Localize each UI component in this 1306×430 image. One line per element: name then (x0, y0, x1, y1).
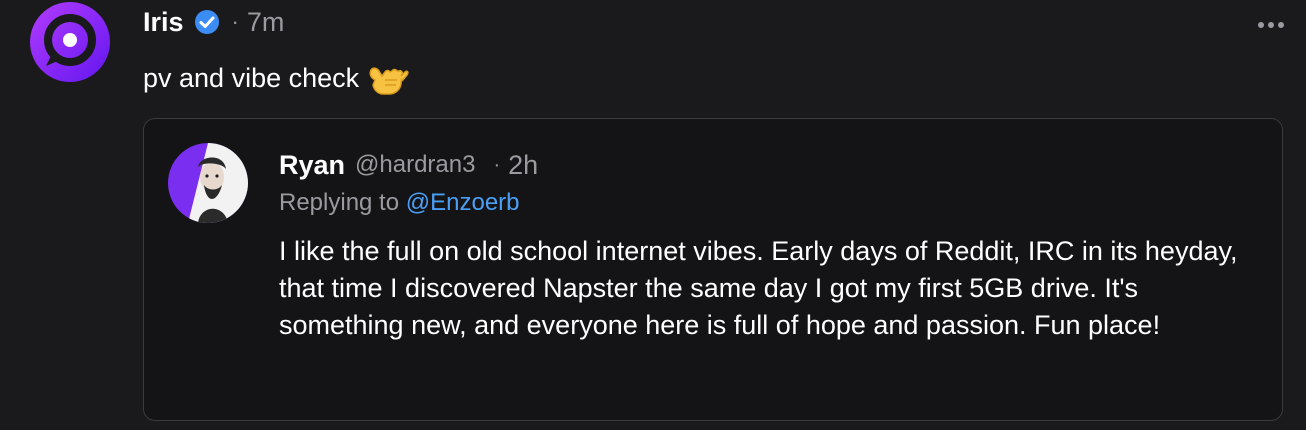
more-options-button[interactable] (1258, 22, 1284, 28)
post-header: Iris · 7m (143, 2, 284, 42)
verified-check-icon (194, 10, 219, 34)
author-name[interactable]: Iris (143, 7, 184, 38)
call-me-hand-emoji-icon (369, 67, 409, 95)
post-time[interactable]: 7m (247, 7, 285, 38)
more-dots-icon (1278, 22, 1284, 28)
quoted-author-avatar[interactable] (168, 143, 248, 223)
separator-dot: · (231, 9, 239, 34)
post-content: pv and vibe check (143, 58, 409, 98)
replying-prefix: Replying to (279, 189, 400, 216)
quoted-post-card[interactable]: Ryan @hardran3 · 2h Replying to @Enzoerb… (143, 118, 1283, 421)
quoted-author-handle[interactable]: @hardran3 (355, 151, 475, 179)
quoted-post-text: I like the full on old school internet v… (279, 236, 1238, 340)
more-dots-icon (1268, 22, 1274, 28)
more-dots-icon (1258, 22, 1264, 28)
separator-dot: · (493, 153, 501, 176)
post: Iris · 7m pv and vibe check Ryan @hardra… (0, 0, 1306, 430)
quoted-post-header: Ryan @hardran3 · 2h (279, 145, 538, 185)
post-text: pv and vibe check (143, 62, 360, 93)
author-avatar[interactable] (30, 2, 110, 82)
replying-to: Replying to @Enzoerb (279, 189, 520, 217)
replying-mention-link[interactable]: @Enzoerb (406, 189, 520, 216)
quoted-post-time[interactable]: 2h (508, 150, 538, 181)
quoted-author-name[interactable]: Ryan (279, 150, 345, 181)
